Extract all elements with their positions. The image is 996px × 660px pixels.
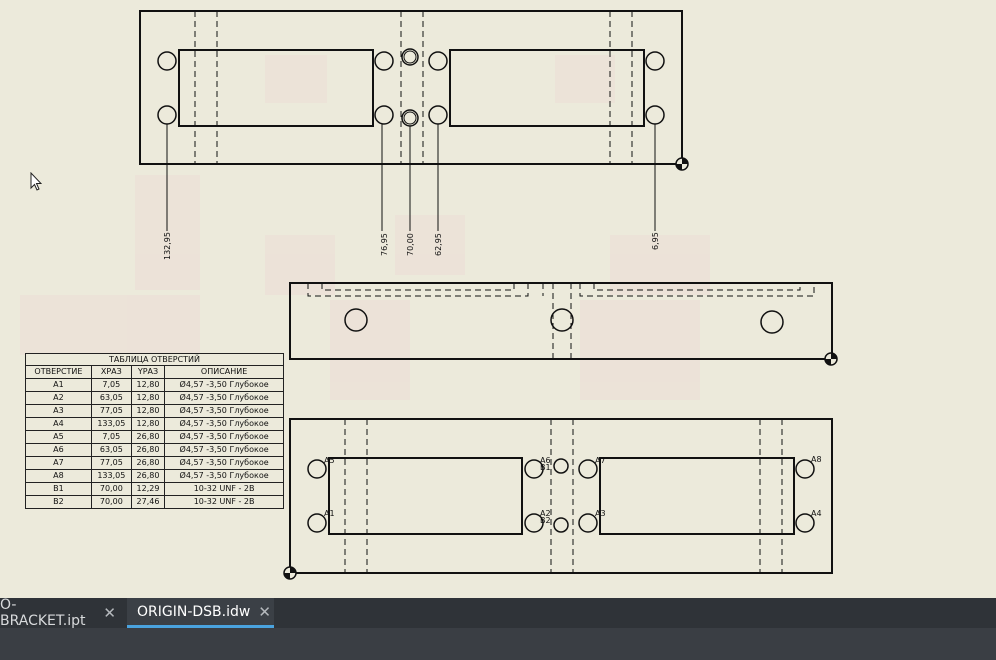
table-cell: 63,05 [90, 443, 132, 457]
table-cell: 12,29 [130, 482, 166, 496]
table-cell: Ø4,57 -3,50 Глубокое [164, 469, 284, 483]
table-cell: Ø4,57 -3,50 Глубокое [164, 430, 284, 444]
hole-table[interactable]: ТАБЛИЦА ОТВЕРСТИЙ ОТВЕРСТИЕ XРАЗ YРАЗ ОП… [25, 353, 284, 509]
dimension-70-00: 70,00 [406, 233, 415, 256]
hole-label-a4: A4 [811, 509, 822, 518]
mouse-cursor-icon [30, 171, 43, 195]
table-row: A4 133,05 12,80 Ø4,57 -3,50 Глубокое [25, 417, 284, 431]
table-cell: A6 [25, 443, 92, 457]
table-cell: 27,46 [130, 495, 166, 509]
table-row: A5 7,05 26,80 Ø4,57 -3,50 Глубокое [25, 430, 284, 444]
top-view [139, 10, 689, 231]
table-cell: 10-32 UNF - 2B [164, 495, 284, 509]
table-cell: A3 [25, 404, 92, 418]
tab-label: O-BRACKET.ipt [0, 597, 86, 629]
table-row: A3 77,05 12,80 Ø4,57 -3,50 Глубокое [25, 404, 284, 418]
table-cell: 26,80 [130, 469, 166, 483]
table-cell: 63,05 [90, 391, 132, 405]
dimension-62-95: 62,95 [434, 233, 443, 256]
table-cell: 70,00 [90, 482, 132, 496]
table-cell: 26,80 [130, 430, 166, 444]
table-cell: 77,05 [90, 404, 132, 418]
table-cell: 26,80 [130, 456, 166, 470]
table-cell: A8 [25, 469, 92, 483]
table-cell: 12,80 [130, 417, 166, 431]
hole-label-a3: A3 [595, 509, 606, 518]
hole-label-a1: A1 [324, 509, 335, 518]
table-row: B1 70,00 12,29 10-32 UNF - 2B [25, 482, 284, 496]
dimension-132-95: 132,95 [163, 232, 172, 260]
hole-table-header-x: XРАЗ [90, 365, 132, 379]
status-bar [0, 628, 996, 660]
table-cell: 12,80 [130, 391, 166, 405]
table-cell: A1 [25, 378, 92, 392]
hole-label-a5: A5 [324, 456, 335, 465]
table-cell: 12,80 [130, 404, 166, 418]
bottom-view [283, 418, 833, 580]
tab-label: ORIGIN-DSB.idw [137, 603, 251, 620]
table-cell: 133,05 [90, 469, 132, 483]
table-cell: Ø4,57 -3,50 Глубокое [164, 456, 284, 470]
hole-table-header-hole: ОТВЕРСТИЕ [25, 365, 92, 379]
table-cell: A2 [25, 391, 92, 405]
table-cell: Ø4,57 -3,50 Глубокое [164, 391, 284, 405]
hole-table-header-y: YРАЗ [130, 365, 166, 379]
table-row: A1 7,05 12,80 Ø4,57 -3,50 Глубокое [25, 378, 284, 392]
hole-table-title: ТАБЛИЦА ОТВЕРСТИЙ [25, 353, 284, 366]
tab-origin-dsb[interactable]: ORIGIN-DSB.idw ✕ [127, 598, 274, 628]
table-cell: A4 [25, 417, 92, 431]
hole-label-a8: A8 [811, 455, 822, 464]
table-cell: A5 [25, 430, 92, 444]
table-cell: B1 [25, 482, 92, 496]
table-cell: 133,05 [90, 417, 132, 431]
close-icon[interactable]: ✕ [258, 603, 271, 621]
hole-label-b2: B2 [540, 516, 551, 525]
table-cell: 77,05 [90, 456, 132, 470]
table-row: A7 77,05 26,80 Ø4,57 -3,50 Глубокое [25, 456, 284, 470]
drawing-sheet[interactable]: 132,95 76,95 70,00 62,95 6,95 A5 A1 A6 B… [0, 0, 996, 598]
hole-label-a7: A7 [595, 456, 606, 465]
dimension-76-95: 76,95 [380, 233, 389, 256]
table-cell: 26,80 [130, 443, 166, 457]
table-cell: B2 [25, 495, 92, 509]
table-cell: 7,05 [90, 378, 132, 392]
table-row: A2 63,05 12,80 Ø4,57 -3,50 Глубокое [25, 391, 284, 405]
tab-o-bracket[interactable]: O-BRACKET.ipt ✕ [0, 597, 126, 629]
table-row: A6 63,05 26,80 Ø4,57 -3,50 Глубокое [25, 443, 284, 457]
hole-label-b1: B1 [540, 463, 551, 472]
table-cell: 7,05 [90, 430, 132, 444]
table-cell: 10-32 UNF - 2B [164, 482, 284, 496]
table-cell: 70,00 [90, 495, 132, 509]
table-cell: 12,80 [130, 378, 166, 392]
hole-table-header-description: ОПИСАНИЕ [164, 365, 284, 379]
table-row: B2 70,00 27,46 10-32 UNF - 2B [25, 495, 284, 509]
table-cell: A7 [25, 456, 92, 470]
watermark [20, 55, 710, 400]
table-cell: Ø4,57 -3,50 Глубокое [164, 378, 284, 392]
table-row: A8 133,05 26,80 Ø4,57 -3,50 Глубокое [25, 469, 284, 483]
table-cell: Ø4,57 -3,50 Глубокое [164, 404, 284, 418]
table-cell: Ø4,57 -3,50 Глубокое [164, 443, 284, 457]
dimension-6-95: 6,95 [651, 232, 660, 250]
table-cell: Ø4,57 -3,50 Глубокое [164, 417, 284, 431]
document-tab-bar: O-BRACKET.ipt ✕ ORIGIN-DSB.idw ✕ [0, 597, 996, 629]
close-icon[interactable]: ✕ [103, 604, 116, 622]
